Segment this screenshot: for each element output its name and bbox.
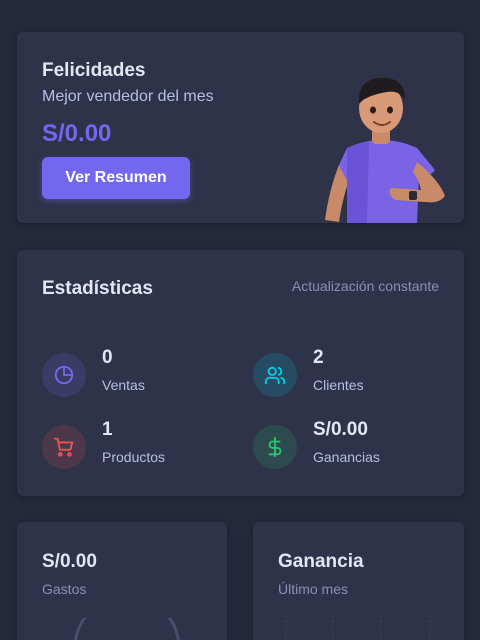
stat-value: 0: [102, 347, 113, 368]
shopping-cart-icon: [42, 425, 86, 469]
dollar-sign-icon: [253, 425, 297, 469]
stat-sales: 0 Ventas: [42, 347, 242, 403]
expenses-amount: S/0.00: [42, 551, 97, 572]
profit-chart-gridlines: [285, 614, 431, 640]
profit-subtitle: Último mes: [278, 581, 349, 597]
users-icon: [253, 353, 297, 397]
stat-value: 1: [102, 419, 113, 440]
stat-label: Ganancias: [313, 449, 380, 465]
stat-label: Clientes: [313, 377, 364, 393]
expenses-card: S/0.00 Gastos: [17, 522, 227, 640]
avatar-illustration: [325, 77, 445, 223]
expenses-radial-gauge: [74, 618, 180, 640]
statistics-card: Estadísticas Actualización constante 0 V…: [17, 250, 464, 496]
stat-products: 1 Productos: [42, 419, 242, 475]
congrats-amount: S/0.00: [42, 120, 112, 147]
congrats-subtitle: Mejor vendedor del mes: [42, 88, 214, 105]
stat-value: 2: [313, 347, 324, 368]
stat-value: S/0.00: [313, 419, 368, 440]
view-summary-button[interactable]: Ver Resumen: [42, 157, 190, 199]
profit-card: Ganancia Último mes: [253, 522, 464, 640]
expenses-label: Gastos: [42, 581, 87, 597]
stat-label: Ventas: [102, 377, 145, 393]
chart-pie-icon: [42, 353, 86, 397]
stat-label: Productos: [102, 449, 166, 465]
congrats-title: Felicidades: [42, 60, 146, 81]
congrats-card: Felicidades Mejor vendedor del mes S/0.0…: [17, 32, 464, 223]
profit-title: Ganancia: [278, 551, 364, 572]
statistics-title: Estadísticas: [42, 278, 153, 299]
stat-earnings: S/0.00 Ganancias: [253, 419, 453, 475]
stat-clients: 2 Clientes: [253, 347, 453, 403]
statistics-update-note: Actualización constante: [291, 278, 439, 294]
